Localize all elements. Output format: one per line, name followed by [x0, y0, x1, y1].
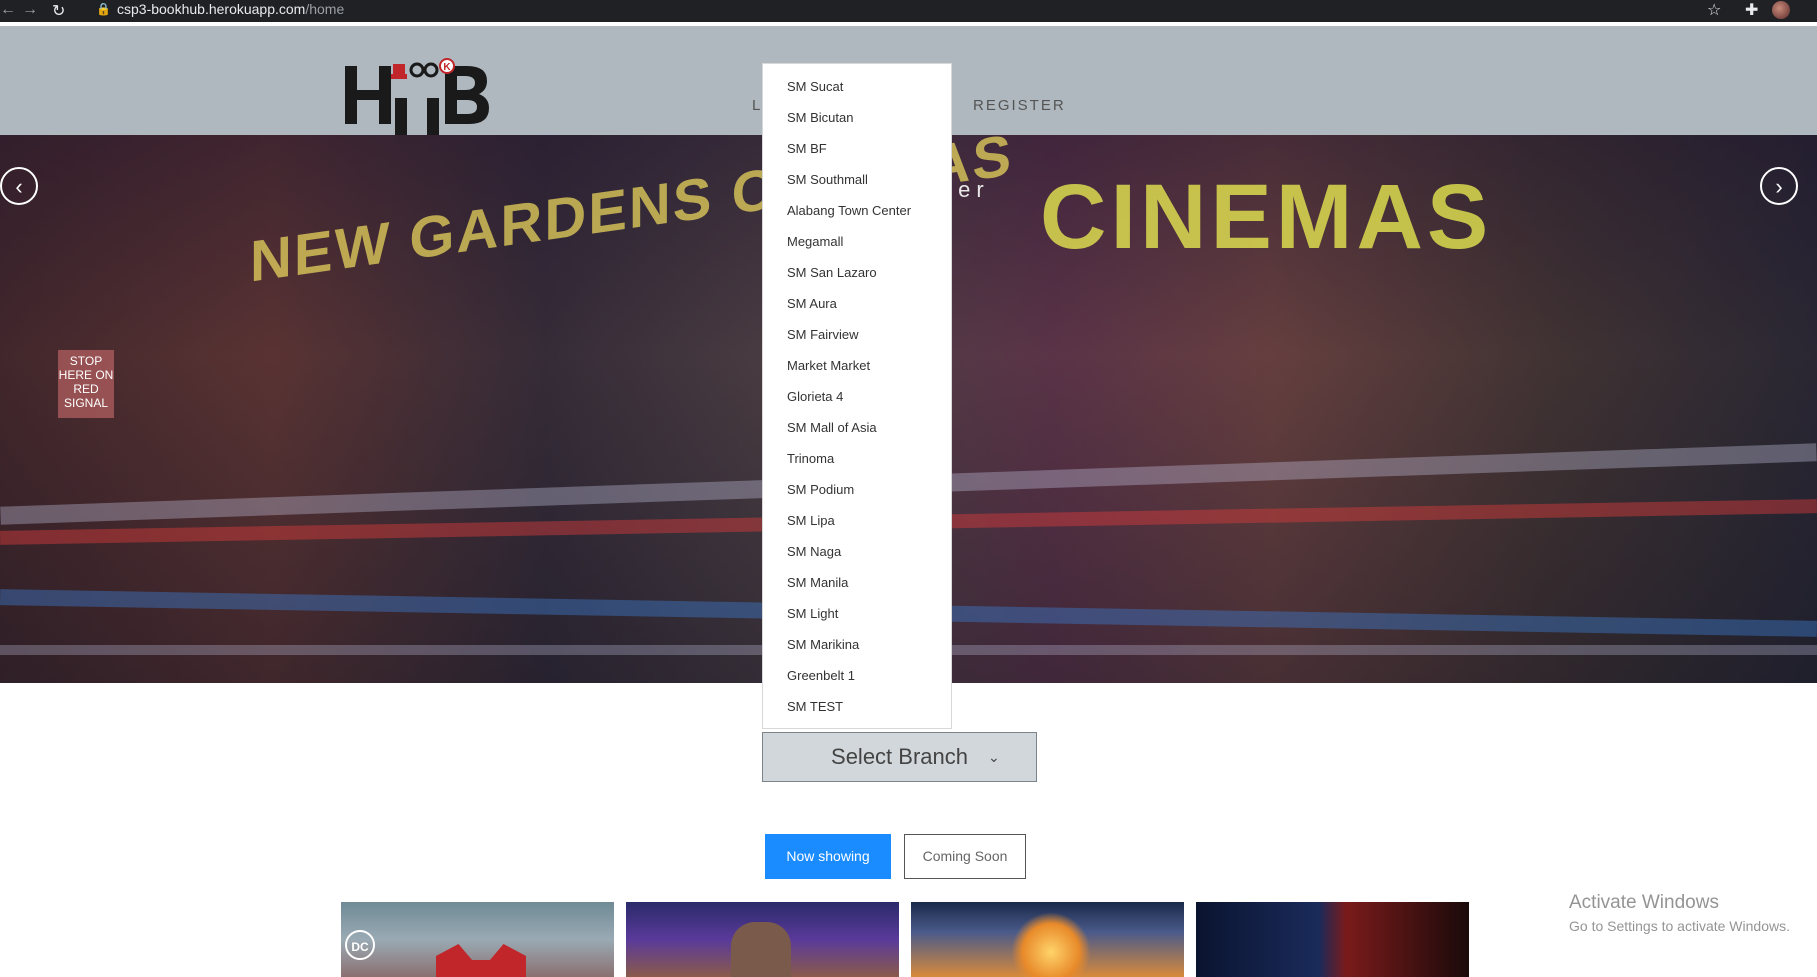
carousel-prev-icon[interactable]: ‹: [0, 167, 38, 205]
branch-dropdown-menu: SM Sucat SM Bicutan SM BF SM Southmall A…: [762, 63, 952, 729]
branch-option[interactable]: SM Aura: [787, 296, 837, 311]
branch-option[interactable]: SM Fairview: [787, 327, 859, 342]
branch-option[interactable]: SM Lipa: [787, 513, 835, 528]
carousel-next-icon[interactable]: ›: [1760, 167, 1798, 205]
branch-option[interactable]: Market Market: [787, 358, 870, 373]
movie-poster[interactable]: [911, 902, 1184, 977]
branch-option[interactable]: SM Marikina: [787, 637, 859, 652]
poster-art: [436, 944, 526, 977]
branch-option[interactable]: Megamall: [787, 234, 843, 249]
windows-activation-subtitle: Go to Settings to activate Windows.: [1569, 918, 1790, 934]
branch-option[interactable]: Trinoma: [787, 451, 834, 466]
branch-option[interactable]: SM Light: [787, 606, 838, 621]
movie-poster[interactable]: [626, 902, 899, 977]
now-showing-button[interactable]: Now showing: [765, 834, 891, 879]
branch-option[interactable]: SM BF: [787, 141, 827, 156]
select-branch-label: Select Branch: [831, 744, 968, 769]
branch-option[interactable]: SM Bicutan: [787, 110, 853, 125]
dc-logo: DC: [345, 930, 375, 960]
coming-soon-button[interactable]: Coming Soon: [904, 834, 1026, 879]
address-bar[interactable]: csp3-bookhub.herokuapp.com/home: [117, 1, 344, 17]
select-branch-button[interactable]: Select Branch ⌄: [762, 732, 1037, 782]
branch-option[interactable]: SM Sucat: [787, 79, 843, 94]
branch-option[interactable]: SM San Lazaro: [787, 265, 877, 280]
windows-activation-title: Activate Windows: [1569, 892, 1719, 913]
poster-art: [1011, 912, 1091, 977]
forward-icon[interactable]: →: [22, 1, 38, 19]
branch-option[interactable]: Glorieta 4: [787, 389, 843, 404]
browser-toolbar: ← → ↻ 🔒 csp3-bookhub.herokuapp.com/home …: [0, 0, 1817, 22]
back-icon[interactable]: ←: [0, 1, 16, 19]
lock-icon[interactable]: 🔒: [96, 2, 111, 16]
star-icon[interactable]: ☆: [1707, 0, 1721, 20]
reload-icon[interactable]: ↻: [52, 1, 65, 21]
cinema-sign-right: CINEMAS: [1040, 166, 1493, 268]
svg-text:K: K: [443, 62, 451, 73]
movie-poster[interactable]: DC: [341, 902, 614, 977]
branch-option[interactable]: SM Podium: [787, 482, 854, 497]
branch-option[interactable]: Alabang Town Center: [787, 203, 911, 218]
branch-option[interactable]: Greenbelt 1: [787, 668, 855, 683]
branch-option[interactable]: SM Manila: [787, 575, 848, 590]
branch-option[interactable]: SM Southmall: [787, 172, 868, 187]
poster-art: [731, 922, 791, 977]
movie-poster[interactable]: [1196, 902, 1469, 977]
url-host: csp3-bookhub.herokuapp.com: [117, 1, 306, 17]
chevron-down-icon: ⌄: [988, 749, 1000, 765]
nav-link-login[interactable]: L: [752, 97, 762, 114]
branch-option[interactable]: SM TEST: [787, 699, 843, 714]
url-path: /home: [305, 1, 345, 17]
nav-link-register[interactable]: REGISTER: [973, 97, 1066, 114]
hero-title: ter: [946, 177, 990, 202]
branch-option[interactable]: SM Mall of Asia: [787, 420, 877, 435]
branch-option[interactable]: SM Naga: [787, 544, 841, 559]
profile-avatar[interactable]: [1772, 1, 1790, 19]
stop-sign: STOP HERE ON RED SIGNAL: [58, 350, 114, 418]
extensions-icon[interactable]: ✚: [1745, 0, 1758, 20]
